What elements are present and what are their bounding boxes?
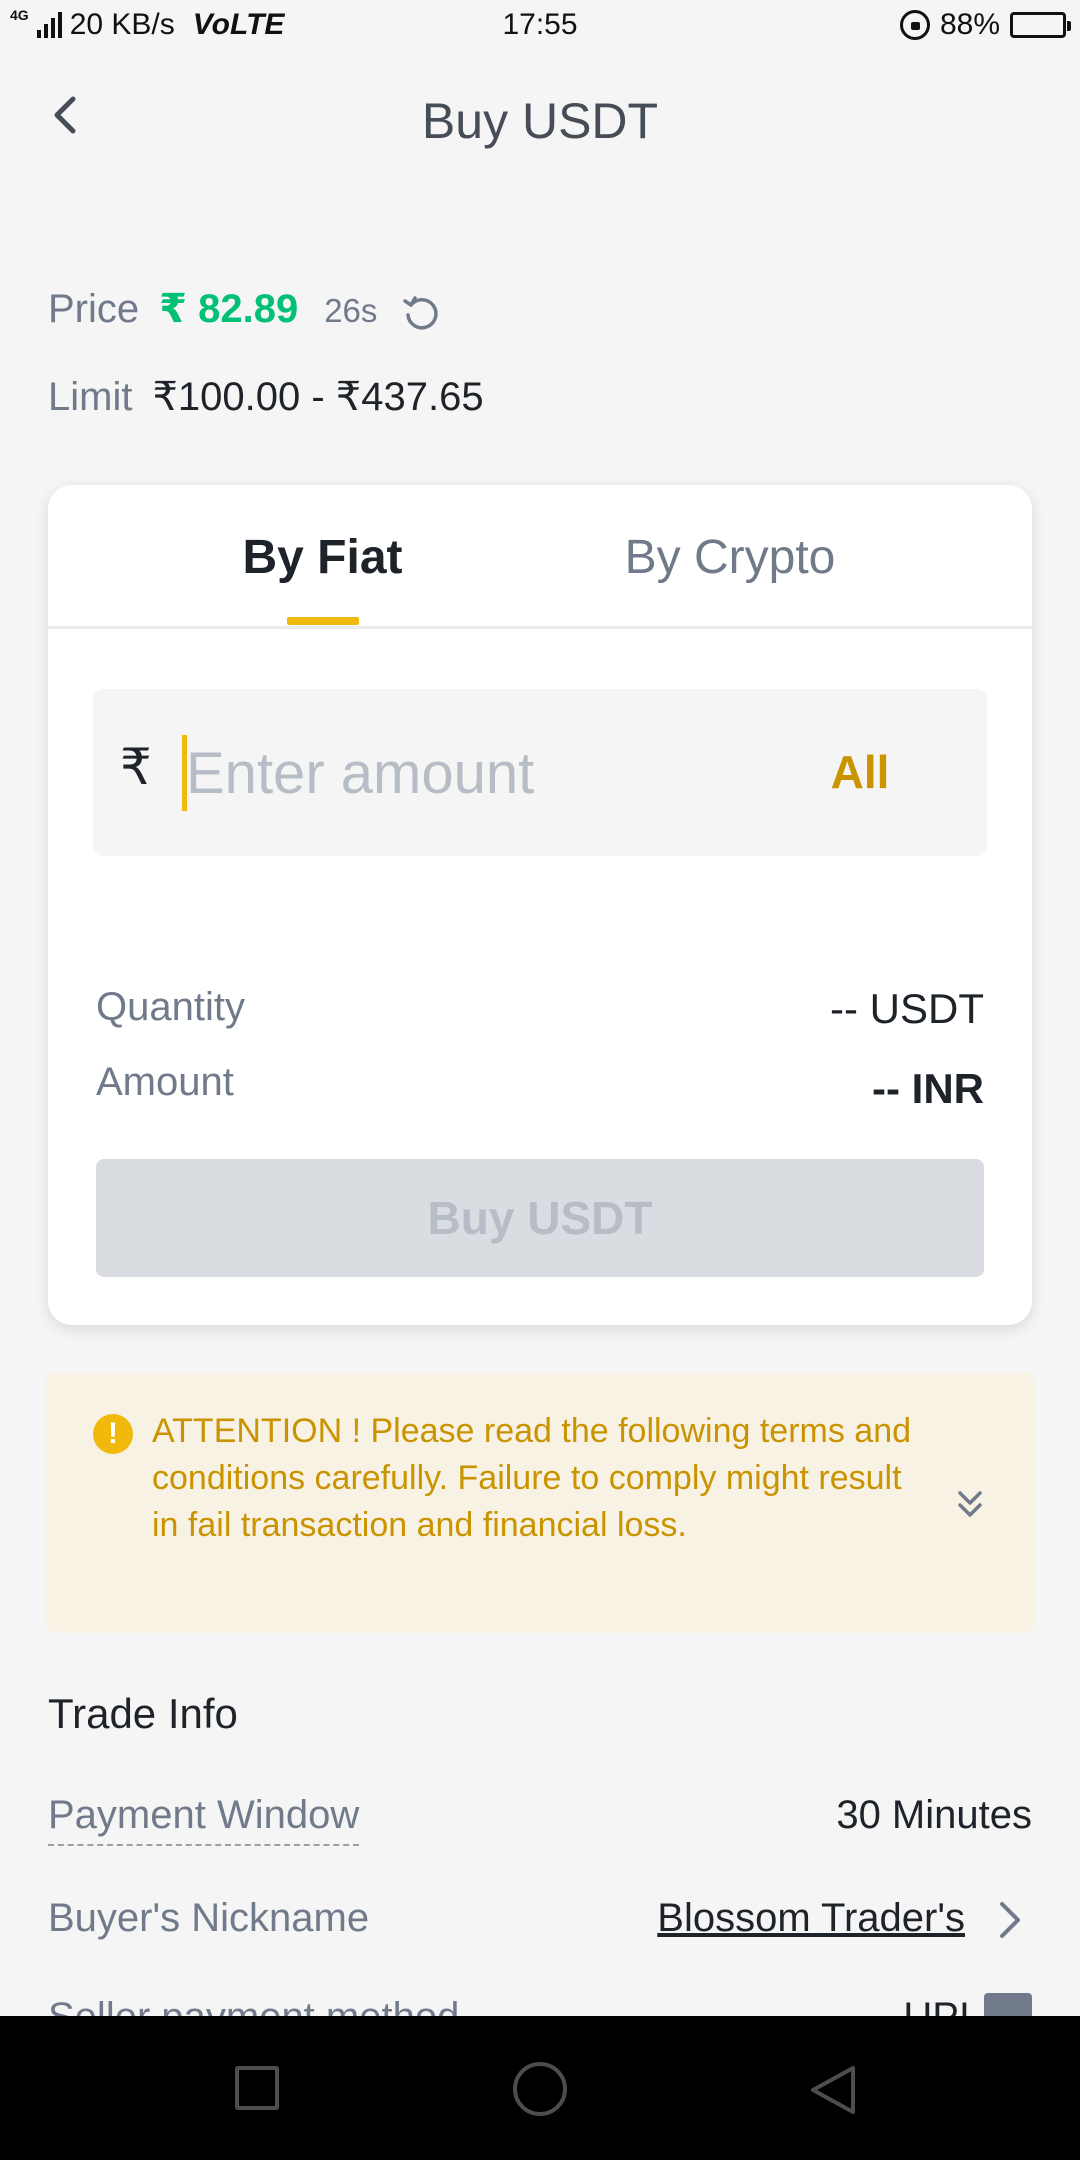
limit-label: Limit	[48, 375, 133, 419]
price-row: Price ₹ 82.89 26s	[48, 286, 441, 332]
price-countdown: 26s	[324, 292, 378, 329]
page-title: Buy USDT	[421, 93, 659, 149]
battery-percent: 88%	[939, 8, 1000, 41]
quantity-value: -- USDT	[830, 985, 984, 1032]
buyer-nickname-link[interactable]: Blossom Trader's	[657, 1896, 965, 1941]
active-tab-indicator	[287, 617, 359, 625]
double-chevron-down-icon[interactable]	[950, 1485, 990, 1525]
recent-apps-icon[interactable]	[235, 2066, 279, 2110]
refresh-icon[interactable]	[401, 293, 441, 333]
quantity-label: Quantity	[96, 985, 245, 1029]
trade-info-title: Trade Info	[48, 1690, 238, 1737]
status-right: 88%	[899, 8, 1071, 42]
limit-row: Limit ₹100.00 - ₹437.65	[48, 374, 484, 420]
payment-window-label[interactable]: Payment Window	[48, 1793, 360, 1846]
attention-text: ATTENTION ! Please read the following te…	[152, 1412, 912, 1544]
buyer-nickname-label: Buyer's Nickname	[48, 1896, 370, 1940]
exclamation-circle-icon: !	[93, 1414, 133, 1454]
buy-usdt-button[interactable]: Buy USDT	[96, 1159, 984, 1277]
tab-by-crypto[interactable]: By Crypto	[580, 530, 880, 585]
payment-window-value: 30 Minutes	[836, 1793, 1032, 1837]
home-icon[interactable]	[513, 2062, 567, 2116]
tab-by-fiat[interactable]: By Fiat	[190, 530, 455, 585]
back-triangle-icon[interactable]	[805, 2062, 861, 2118]
amount-input[interactable]	[184, 735, 784, 811]
battery-icon	[1010, 12, 1071, 38]
tab-divider	[48, 626, 1032, 629]
text-cursor	[182, 735, 187, 811]
amount-label: Amount	[96, 1060, 234, 1104]
amount-value: -- INR	[872, 1065, 984, 1112]
status-bar: 4G 20 KB/s VoLTE 17:55 88%	[0, 0, 1080, 56]
limit-value: ₹100.00 - ₹437.65	[152, 375, 484, 419]
all-button[interactable]: All	[800, 745, 920, 799]
price-value: ₹ 82.89	[159, 287, 299, 331]
price-label: Price	[48, 287, 140, 331]
rupee-icon: ₹	[120, 739, 152, 795]
rotation-lock-icon	[899, 10, 930, 40]
chevron-right-icon[interactable]	[990, 1898, 1030, 1942]
